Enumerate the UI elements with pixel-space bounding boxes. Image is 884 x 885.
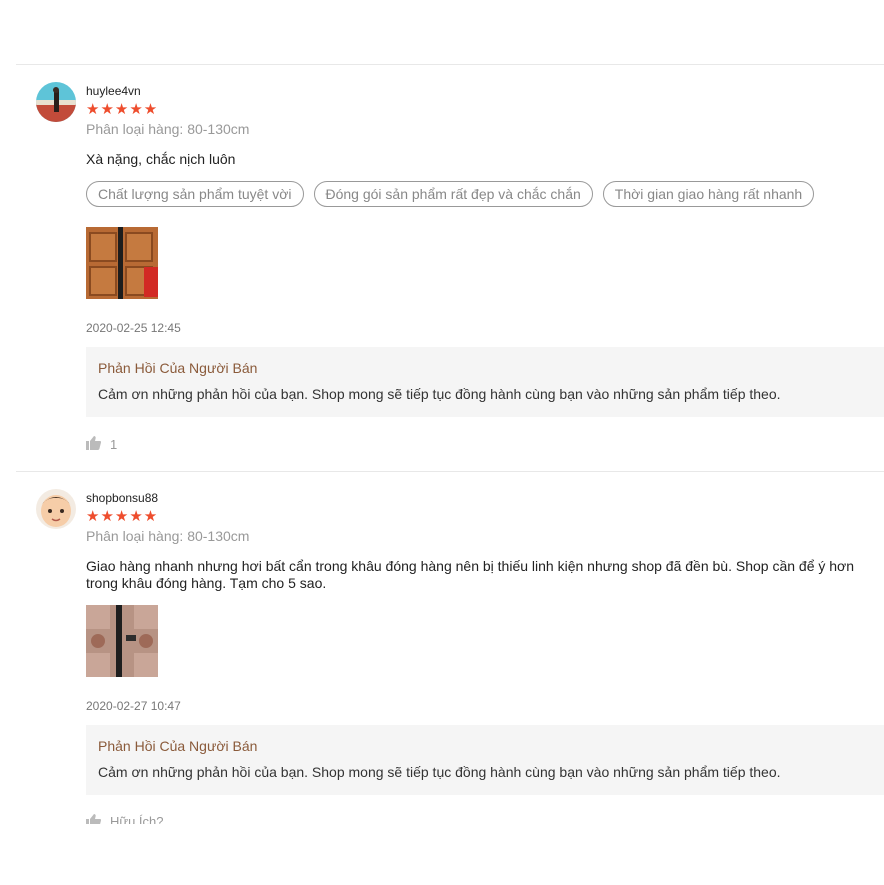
review-photo[interactable]: [86, 605, 158, 677]
reviewer-username[interactable]: huylee4vn: [86, 84, 141, 98]
seller-reply: Phản Hồi Của Người Bán Cảm ơn những phản…: [86, 725, 884, 795]
seller-reply: Phản Hồi Của Người Bán Cảm ơn những phản…: [86, 347, 884, 417]
avatar[interactable]: [36, 82, 76, 122]
product-variation: Phân loại hàng: 80-130cm: [86, 528, 250, 544]
review-tag: Chất lượng sản phẩm tuyệt vời: [86, 181, 304, 207]
star-rating: ★★★★★: [86, 508, 159, 525]
seller-reply-text: Cảm ơn những phản hồi của bạn. Shop mong…: [98, 764, 781, 780]
review-tag: Thời gian giao hàng rất nhanh: [602, 181, 815, 207]
seller-reply-title: Phản Hồi Của Người Bán: [98, 738, 258, 754]
review-timestamp: 2020-02-25 12:45: [86, 321, 181, 335]
helpful-button[interactable]: Hữu Ích?: [86, 814, 164, 824]
review-comment: Xà nặng, chắc nịch luôn: [86, 151, 236, 167]
review-item: shopbonsu88 ★★★★★ Phân loại hàng: 80-130…: [16, 471, 884, 885]
reviewer-username[interactable]: shopbonsu88: [86, 491, 158, 505]
review-timestamp: 2020-02-27 10:47: [86, 699, 181, 713]
like-count: 1: [110, 437, 118, 452]
avatar[interactable]: [36, 489, 76, 529]
seller-reply-title: Phản Hồi Của Người Bán: [98, 360, 258, 376]
review-tag: Đóng gói sản phẩm rất đẹp và chắc chắn: [313, 181, 593, 207]
like-button[interactable]: 1: [86, 436, 117, 453]
review-tags: Chất lượng sản phẩm tuyệt vời Đóng gói s…: [86, 181, 815, 207]
star-rating: ★★★★★: [86, 101, 159, 118]
review-photo[interactable]: [86, 227, 158, 299]
helpful-label: Hữu Ích?: [110, 814, 164, 824]
seller-reply-text: Cảm ơn những phản hồi của bạn. Shop mong…: [98, 386, 781, 402]
review-item: huylee4vn ★★★★★ Phân loại hàng: 80-130cm…: [16, 64, 884, 471]
product-variation: Phân loại hàng: 80-130cm: [86, 121, 250, 137]
thumbs-up-icon: [86, 814, 102, 824]
review-comment: Giao hàng nhanh nhưng hơi bất cẩn trong …: [86, 558, 855, 591]
thumbs-up-icon: [86, 436, 102, 453]
